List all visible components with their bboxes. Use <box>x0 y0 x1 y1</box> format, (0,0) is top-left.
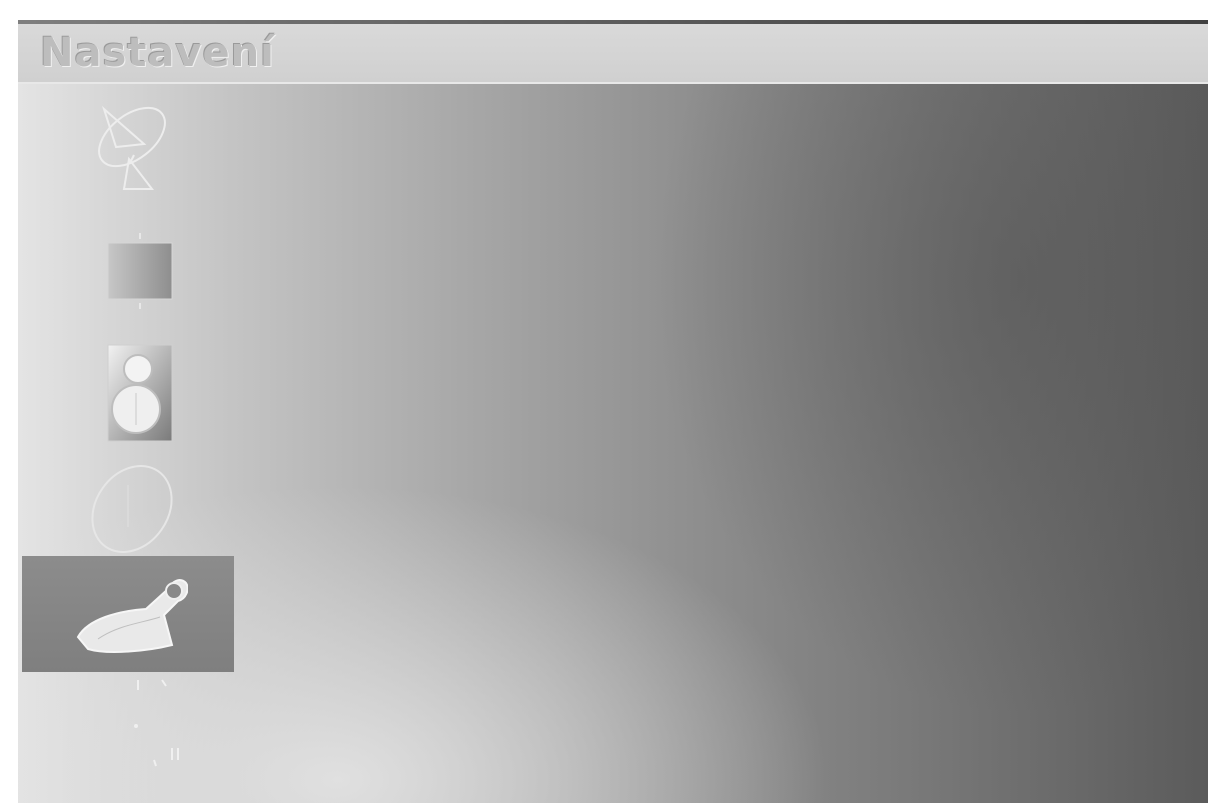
menu-item-other[interactable] <box>24 674 234 774</box>
clock-icon <box>91 465 173 553</box>
misc-settings-icon <box>134 679 179 767</box>
tv-osd-screen: Nastavení <box>18 20 1208 803</box>
menu-item-sound[interactable] <box>24 336 234 448</box>
settings-menu <box>18 82 238 803</box>
page-title: Nastavení <box>40 30 275 76</box>
menu-item-time[interactable] <box>24 450 234 562</box>
speaker-icon <box>107 344 173 442</box>
picture-icon <box>107 233 173 309</box>
menu-item-picture[interactable] <box>24 212 234 324</box>
title-bar: Nastavení <box>18 24 1208 84</box>
menu-item-satellite[interactable] <box>24 88 234 200</box>
menu-item-lock[interactable] <box>22 556 234 672</box>
lock-key-icon <box>76 579 188 653</box>
satellite-dish-icon <box>98 105 166 190</box>
